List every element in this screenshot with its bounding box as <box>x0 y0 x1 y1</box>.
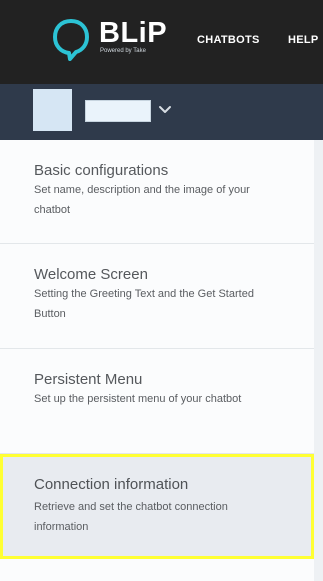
blip-logo-icon[interactable] <box>52 18 90 62</box>
menu-item-connection-information[interactable]: Connection information Retrieve and set … <box>0 454 314 559</box>
menu-item-title: Welcome Screen <box>34 266 148 283</box>
menu-item-persistent-menu[interactable]: Persistent Menu Set up the persistent me… <box>0 349 314 454</box>
panel-scroll-gutter <box>314 140 323 581</box>
chatbot-avatar[interactable] <box>33 89 72 131</box>
chevron-down-icon[interactable] <box>158 104 172 116</box>
menu-item-title: Persistent Menu <box>34 371 143 388</box>
menu-item-title: Connection information <box>34 476 189 493</box>
menu-item-basic-configurations[interactable]: Basic configurations Set name, descripti… <box>0 140 314 244</box>
nav-help-link[interactable]: HELP <box>288 33 319 47</box>
menu-item-description: Set name, description and the image of y… <box>34 184 250 216</box>
menu-item-title: Basic configurations <box>34 162 169 179</box>
logo-wordmark[interactable]: BLiP <box>99 19 167 48</box>
menu-item-description: Set up the persistent menu of your chatb… <box>34 393 242 405</box>
menu-item-welcome-screen[interactable]: Welcome Screen Setting the Greeting Text… <box>0 244 314 349</box>
logo-tagline: Powered by Take <box>100 48 146 54</box>
chatbot-name-field[interactable] <box>85 100 151 122</box>
top-navigation-bar: BLiP Powered by Take CHATBOTS HELP <box>0 0 323 84</box>
nav-chatbots-link[interactable]: CHATBOTS <box>197 33 260 47</box>
menu-item-description: Setting the Greeting Text and the Get St… <box>34 288 254 320</box>
menu-item-description: Retrieve and set the chatbot connection … <box>34 501 228 533</box>
